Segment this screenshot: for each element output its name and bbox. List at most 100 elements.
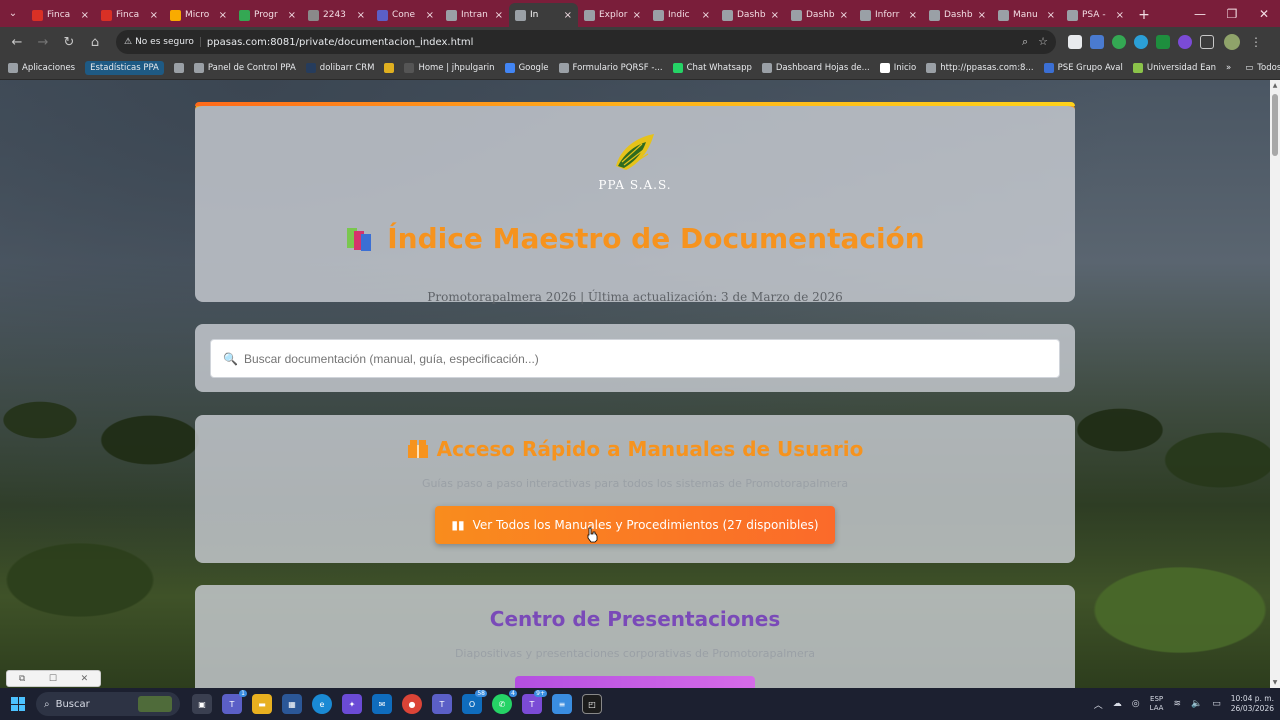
- tray-overflow-icon[interactable]: ︿: [1094, 698, 1103, 711]
- bookmark-item[interactable]: Inicio: [879, 63, 916, 73]
- zoom-icon[interactable]: ⌕: [1022, 35, 1028, 49]
- search-box[interactable]: 🔍: [210, 339, 1060, 378]
- close-window-icon[interactable]: ✕: [1248, 7, 1280, 21]
- start-button[interactable]: [6, 692, 30, 716]
- browser-tab[interactable]: Dashb ×: [923, 3, 992, 27]
- tab-close-icon[interactable]: ×: [840, 10, 848, 21]
- bookmark-star-icon[interactable]: ☆: [1038, 35, 1048, 49]
- tab-close-icon[interactable]: ×: [288, 10, 296, 21]
- puzzle-icon[interactable]: [1200, 35, 1214, 49]
- browser-tab[interactable]: Ín ×: [509, 3, 578, 27]
- bookmark-item[interactable]: Aplicaciones: [8, 63, 75, 73]
- address-bar[interactable]: ⚠ No es seguro ppasas.com:8081/private/d…: [116, 30, 1056, 54]
- browser-tab[interactable]: Indic ×: [647, 3, 716, 27]
- teams-new-icon[interactable]: T 9+: [522, 690, 547, 714]
- scroll-thumb[interactable]: [1272, 94, 1278, 156]
- file-explorer-icon[interactable]: ▬: [252, 694, 272, 714]
- outlook-classic-icon[interactable]: ✉: [372, 694, 392, 714]
- browser-tab[interactable]: Explor ×: [578, 3, 647, 27]
- wifi-icon[interactable]: ≋: [1173, 699, 1181, 709]
- scroll-up-icon[interactable]: ▲: [1270, 82, 1280, 89]
- volume-icon[interactable]: 🔈: [1191, 699, 1202, 709]
- maximize-icon[interactable]: ☐: [49, 674, 57, 684]
- browser-tab[interactable]: Inforr ×: [854, 3, 923, 27]
- bookmark-item[interactable]: [173, 63, 184, 73]
- bookmark-item[interactable]: [384, 63, 395, 73]
- browser-tab[interactable]: Manu ×: [992, 3, 1061, 27]
- new-tab-button[interactable]: +: [1130, 3, 1158, 27]
- bookmark-item[interactable]: Dashboard Hojas de...: [761, 63, 870, 73]
- screen-capture-icon[interactable]: ◰: [582, 694, 602, 714]
- chrome-icon[interactable]: ●: [402, 694, 422, 714]
- home-icon[interactable]: ⌂: [84, 31, 106, 53]
- teams-icon[interactable]: T1: [222, 690, 247, 714]
- extension-icon[interactable]: [1112, 35, 1126, 49]
- security-indicator[interactable]: ⚠ No es seguro: [124, 37, 201, 47]
- language-indicator[interactable]: ESP LAA: [1150, 695, 1164, 713]
- whatsapp-icon[interactable]: ✆ 4: [492, 690, 517, 714]
- tab-close-icon[interactable]: ×: [1116, 10, 1124, 21]
- copilot-icon[interactable]: ✦: [342, 694, 362, 714]
- restore-icon[interactable]: ⧉: [19, 674, 25, 684]
- teams-work-icon[interactable]: T: [432, 694, 452, 714]
- browser-tab[interactable]: Progr ×: [233, 3, 302, 27]
- clock[interactable]: 10:04 p. m. 26/03/2026: [1231, 694, 1274, 714]
- tab-close-icon[interactable]: ×: [633, 10, 641, 21]
- back-icon[interactable]: ←: [6, 31, 28, 53]
- extension-icon[interactable]: [1178, 35, 1192, 49]
- chevron-right-icon[interactable]: »: [1226, 63, 1231, 73]
- close-icon[interactable]: ✕: [81, 674, 89, 684]
- tab-close-icon[interactable]: ×: [978, 10, 986, 21]
- tab-close-icon[interactable]: ×: [702, 10, 710, 21]
- edge-icon[interactable]: e: [312, 694, 332, 714]
- tab-close-icon[interactable]: ×: [771, 10, 779, 21]
- browser-tab[interactable]: Intran ×: [440, 3, 509, 27]
- browser-tab[interactable]: Dashb ×: [716, 3, 785, 27]
- search-input[interactable]: [243, 351, 1047, 366]
- browser-tab[interactable]: Cone ×: [371, 3, 440, 27]
- page-scrollbar[interactable]: ▲ ▼: [1270, 80, 1280, 688]
- tab-close-icon[interactable]: ×: [426, 10, 434, 21]
- browser-tab[interactable]: Finca ×: [26, 3, 95, 27]
- view-all-manuals-button[interactable]: ▮▮ Ver Todos los Manuales y Procedimient…: [435, 506, 835, 544]
- store-icon[interactable]: ▦: [282, 694, 302, 714]
- bookmark-item[interactable]: PSE Grupo Aval: [1043, 63, 1123, 73]
- network-status-icon[interactable]: ◎: [1132, 699, 1140, 709]
- tab-close-icon[interactable]: ×: [150, 10, 158, 21]
- extension-icon[interactable]: [1090, 35, 1104, 49]
- reload-icon[interactable]: ↻: [58, 31, 80, 53]
- battery-icon[interactable]: ▭: [1212, 699, 1221, 709]
- restore-icon[interactable]: ❐: [1216, 7, 1248, 21]
- bookmark-item[interactable]: Estadísticas PPA: [85, 61, 164, 75]
- tab-close-icon[interactable]: ×: [495, 10, 503, 21]
- tab-close-icon[interactable]: ×: [1047, 10, 1055, 21]
- browser-tab[interactable]: Micro ×: [164, 3, 233, 27]
- bookmark-item[interactable]: Google: [504, 63, 549, 73]
- tab-close-icon[interactable]: ×: [81, 10, 89, 21]
- browser-tab[interactable]: Dashb ×: [785, 3, 854, 27]
- extension-icon[interactable]: [1156, 35, 1170, 49]
- bookmark-item[interactable]: Chat Whatsapp: [672, 63, 752, 73]
- task-view-icon[interactable]: ▣: [192, 694, 212, 714]
- tab-close-icon[interactable]: ×: [909, 10, 917, 21]
- browser-tab[interactable]: PSA - ×: [1061, 3, 1130, 27]
- tab-search-chevron-icon[interactable]: ⌄: [0, 0, 26, 27]
- extension-icon[interactable]: [1134, 35, 1148, 49]
- bookmark-item[interactable]: Panel de Control PPA: [193, 63, 296, 73]
- presentations-button[interactable]: [515, 676, 755, 688]
- browser-tab[interactable]: Finca ×: [95, 3, 164, 27]
- tab-close-icon[interactable]: ×: [564, 10, 572, 21]
- extension-icon[interactable]: [1068, 35, 1082, 49]
- menu-kebab-icon[interactable]: ⋮: [1250, 35, 1262, 49]
- all-bookmarks-folder[interactable]: ▭ Todos los marcadores: [1245, 63, 1280, 73]
- bookmark-item[interactable]: Home | jhpulgarin: [404, 63, 495, 73]
- browser-tab[interactable]: 2243 ×: [302, 3, 371, 27]
- bookmark-item[interactable]: Universidad Ean: [1132, 63, 1216, 73]
- forward-icon[interactable]: →: [32, 31, 54, 53]
- tab-close-icon[interactable]: ×: [357, 10, 365, 21]
- outlook-icon[interactable]: O 58: [462, 690, 487, 714]
- taskbar-search[interactable]: ⌕ Buscar: [36, 692, 180, 716]
- url-text[interactable]: ppasas.com:8081/private/documentacion_in…: [207, 37, 1016, 48]
- bookmark-item[interactable]: http://ppasas.com:8...: [926, 63, 1034, 73]
- bookmark-item[interactable]: dolibarr CRM: [305, 63, 374, 73]
